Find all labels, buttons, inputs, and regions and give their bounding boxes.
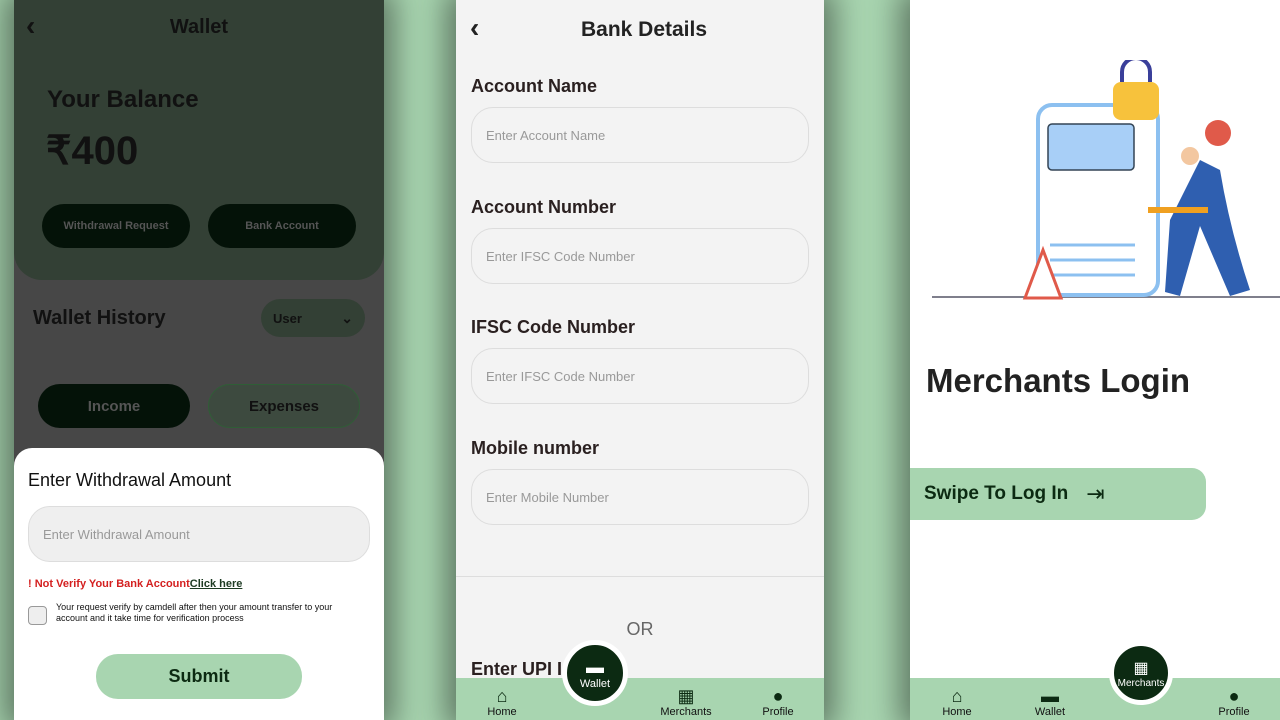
nav-merchants[interactable]: ▦ Merchants — [656, 686, 716, 718]
nav-profile[interactable]: ● Profile — [748, 686, 808, 718]
withdraw-sheet: Enter Withdrawal Amount Enter Withdrawal… — [14, 448, 384, 720]
page-title: Merchants Login — [926, 362, 1191, 399]
bottom-nav: ⌂ Home ▦ Merchants ● Profile — [456, 678, 824, 720]
warning-text: ! Not Verify Your Bank Account — [28, 578, 190, 590]
bottom-nav: ⌂ Home ▬ Wallet ● Profile — [910, 678, 1280, 720]
ifsc-label: IFSC Code Number — [471, 317, 636, 337]
page-title: Bank Details — [580, 18, 708, 41]
sheet-title: Enter Withdrawal Amount — [28, 470, 232, 490]
nav-wallet[interactable]: ▬ Wallet — [1020, 686, 1080, 718]
account-number-label: Account Number — [471, 197, 617, 217]
nav-label: Home — [487, 706, 517, 718]
or-text: OR — [626, 619, 654, 639]
chevron-down-icon: ⌄ — [341, 309, 353, 326]
merchant-login-screen: Merchants Login Swipe To Log In ⇥ ⌂ Home … — [910, 0, 1280, 720]
wallet-icon: ▬ — [1041, 686, 1059, 706]
balance-label: Your Balance — [47, 86, 199, 113]
wallet-history-title: Wallet History — [33, 307, 166, 329]
nav-merchants-active[interactable]: ▦ Merchants — [1109, 641, 1173, 705]
account-number-input[interactable]: Enter IFSC Code Number — [471, 228, 809, 284]
home-icon: ⌂ — [496, 686, 508, 706]
nav-home[interactable]: ⌂ Home — [472, 686, 532, 718]
click-here-link[interactable]: Click here — [190, 578, 243, 590]
nav-home[interactable]: ⌂ Home — [927, 686, 987, 718]
nav-label: Wallet — [579, 677, 611, 690]
divider — [456, 576, 824, 577]
tab-income[interactable]: Income — [38, 384, 190, 428]
account-name-label: Account Name — [471, 76, 598, 96]
bank-account-button[interactable]: Bank Account — [208, 204, 356, 248]
tab-expenses[interactable]: Expenses — [208, 384, 360, 428]
bank-details-screen: ‹ Bank Details Account Name Enter Accoun… — [456, 0, 824, 720]
balance-amount: ₹400 — [46, 129, 139, 173]
person-icon: ● — [772, 686, 784, 706]
verify-note: Your request verify by camdell after the… — [56, 602, 333, 623]
withdrawal-amount-input[interactable]: Enter Withdrawal Amount — [28, 506, 370, 562]
verify-warning: ! Not Verify Your Bank AccountClick here — [28, 578, 242, 590]
swipe-to-login-slider[interactable]: Swipe To Log In ⇥ — [910, 468, 1206, 520]
nav-profile[interactable]: ● Profile — [1204, 686, 1264, 718]
submit-button[interactable]: Submit — [96, 654, 302, 699]
store-icon: ▦ — [1133, 659, 1149, 677]
nav-label: Home — [942, 706, 972, 718]
upi-label: Enter UPI I — [471, 659, 563, 679]
mobile-label: Mobile number — [471, 438, 600, 458]
filter-dropdown[interactable]: User ⌄ — [261, 299, 365, 337]
account-name-input[interactable]: Enter Account Name — [471, 107, 809, 163]
nav-label: Profile — [1218, 706, 1250, 718]
withdrawal-request-button[interactable]: Withdrawal Request — [42, 204, 190, 248]
login-arrow-icon: ⇥ — [1086, 481, 1105, 506]
page-title: Wallet — [169, 16, 229, 38]
mobile-input[interactable]: Enter Mobile Number — [471, 469, 809, 525]
home-icon: ⌂ — [951, 686, 963, 706]
store-icon: ▦ — [677, 686, 695, 706]
nav-wallet-active[interactable]: ▬ Wallet — [562, 640, 628, 706]
nav-label: Merchants — [1117, 677, 1165, 689]
person-icon: ● — [1228, 686, 1240, 706]
ifsc-input[interactable]: Enter IFSC Code Number — [471, 348, 809, 404]
nav-label: Profile — [762, 706, 794, 718]
wallet-screen: ‹ Wallet Your Balance ₹400 Withdrawal Re… — [14, 0, 384, 720]
verify-checkbox[interactable] — [28, 606, 47, 625]
filter-value: User — [273, 310, 302, 326]
nav-label: Wallet — [1034, 706, 1066, 718]
security-illustration — [932, 60, 1280, 300]
swipe-label: Swipe To Log In — [924, 483, 1069, 504]
nav-label: Merchants — [660, 706, 712, 718]
wallet-icon: ▬ — [586, 656, 604, 677]
